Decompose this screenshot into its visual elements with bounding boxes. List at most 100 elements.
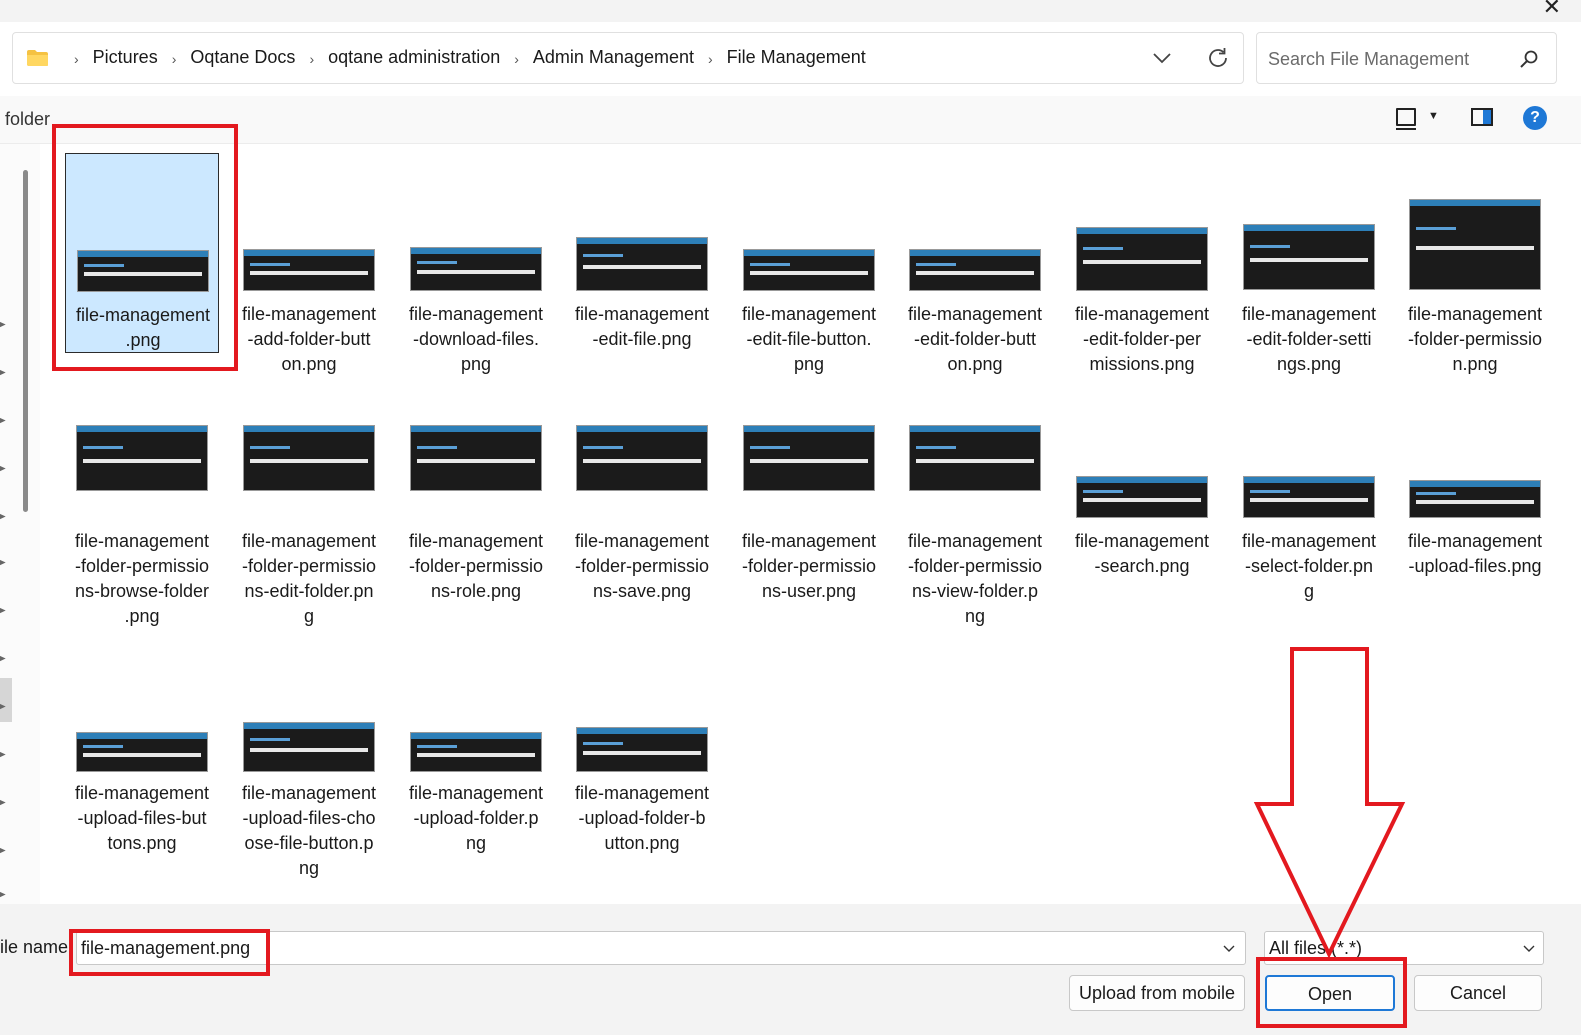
- pin-icon: ➤: [0, 557, 7, 569]
- file-thumbnail: [1409, 199, 1541, 290]
- breadcrumb-separator: ›: [514, 50, 519, 67]
- breadcrumb-pictures[interactable]: Pictures: [93, 47, 158, 68]
- file-tile[interactable]: file-management -upload-files-but tons.png: [65, 732, 219, 853]
- file-tile[interactable]: file-management -folder-permissio ns-brows…: [65, 425, 219, 626]
- folder-icon: [27, 50, 48, 66]
- preview-pane-icon[interactable]: [1471, 108, 1493, 126]
- cancel-button[interactable]: Cancel: [1414, 975, 1542, 1011]
- file-name-field[interactable]: file-management.png: [76, 931, 1246, 965]
- search-input[interactable]: Search File Management: [1268, 49, 1469, 70]
- breadcrumb-oqtane-administration[interactable]: oqtane administration: [328, 47, 500, 68]
- pin-icon: ➤: [0, 605, 7, 617]
- view-icon[interactable]: [1396, 108, 1416, 130]
- help-icon[interactable]: ?: [1523, 106, 1547, 130]
- file-name-label: file-management -upload-folder.p ng: [408, 783, 544, 853]
- file-tile[interactable]: file-management -folder-permissio ns-role.…: [399, 425, 553, 601]
- file-name-label: file-management .png: [75, 305, 211, 350]
- breadcrumb-oqtane-docs[interactable]: Oqtane Docs: [190, 47, 295, 68]
- file-tile[interactable]: file-management -folder-permissio ns-view-…: [898, 425, 1052, 626]
- file-thumbnail: [410, 247, 542, 291]
- close-icon[interactable]: ✕: [1543, 0, 1561, 18]
- file-tile[interactable]: file-management -edit-folder-butt on.png: [898, 249, 1052, 374]
- file-name-label: file-management -edit-folder-setti ngs.png: [1241, 304, 1377, 374]
- file-thumbnail: [76, 732, 208, 772]
- breadcrumb-separator: ›: [171, 50, 177, 67]
- toolbar: folder: [0, 96, 1581, 144]
- breadcrumb-admin-management[interactable]: Admin Management: [533, 47, 694, 68]
- file-thumbnail: [410, 732, 542, 772]
- file-tile[interactable]: file-management -upload-files.png: [1398, 480, 1552, 576]
- file-tile[interactable]: file-management -folder-permissio n.png: [1398, 199, 1552, 374]
- file-thumbnail: [1243, 476, 1375, 518]
- address-bar[interactable]: › Pictures › Oqtane Docs › oqtane admini…: [12, 32, 1244, 84]
- file-tile[interactable]: file-management -add-folder-butt on.png: [232, 249, 386, 374]
- pin-icon: ➤: [0, 653, 7, 665]
- file-name-label: file-management -download-files. png: [408, 304, 544, 374]
- file-name-label: file-management -select-folder.pn g: [1241, 531, 1377, 601]
- file-name-label: file-management -upload-files-cho ose-file…: [241, 783, 377, 878]
- chevron-down-icon[interactable]: [1223, 942, 1235, 954]
- file-thumbnail: [1243, 224, 1375, 290]
- file-thumbnail: [909, 425, 1041, 491]
- breadcrumb-separator: ›: [74, 50, 79, 67]
- file-type-select[interactable]: All files (*.*): [1264, 931, 1544, 965]
- file-thumbnail: [1076, 227, 1208, 291]
- chevron-down-icon[interactable]: [1523, 942, 1535, 954]
- pin-icon: ➤: [0, 463, 7, 475]
- file-tile[interactable]: file-management -download-files. png: [399, 247, 553, 374]
- refresh-icon[interactable]: [1205, 45, 1231, 71]
- file-name-label: file-management -edit-file-button. png: [741, 304, 877, 374]
- file-tile[interactable]: file-management -edit-file.png: [565, 237, 719, 349]
- file-thumbnail: [1409, 480, 1541, 518]
- file-thumbnail: [1076, 476, 1208, 518]
- navigation-pane[interactable]: [0, 144, 40, 904]
- file-name-value[interactable]: file-management.png: [81, 938, 250, 959]
- file-name-label: file-management -folder-permissio ns-edit-…: [241, 531, 377, 626]
- breadcrumb-separator: ›: [309, 50, 315, 67]
- file-tile[interactable]: file-management -edit-folder-setti ngs.png: [1232, 224, 1386, 374]
- pin-icon: ➤: [0, 319, 7, 331]
- file-name-label: file-management -edit-file.png: [574, 304, 710, 349]
- file-thumbnail: [243, 722, 375, 772]
- file-tile[interactable]: file-management -folder-permissio ns-save.…: [565, 425, 719, 601]
- file-tile[interactable]: file-management -edit-folder-per missions.…: [1065, 227, 1219, 374]
- open-button[interactable]: Open: [1265, 975, 1395, 1011]
- upload-from-mobile-button[interactable]: Upload from mobile: [1069, 975, 1245, 1011]
- title-bar: ✕: [0, 0, 1581, 22]
- file-thumbnail: [576, 425, 708, 491]
- file-tile[interactable]: file-management -search.png: [1065, 476, 1219, 576]
- file-tile[interactable]: file-management -upload-folder.p ng: [399, 732, 553, 853]
- file-tile[interactable]: file-management .png: [65, 153, 219, 353]
- caret-down-icon[interactable]: ▼: [1428, 110, 1439, 122]
- file-tile[interactable]: file-management -select-folder.pn g: [1232, 476, 1386, 601]
- file-tile[interactable]: file-management -folder-permissio ns-edit-…: [232, 425, 386, 626]
- pin-icon: ➤: [0, 797, 7, 809]
- file-thumbnail: [743, 249, 875, 291]
- search-icon[interactable]: [1519, 49, 1539, 69]
- file-tile[interactable]: file-management -edit-file-button. png: [732, 249, 886, 374]
- chevron-down-icon[interactable]: [1151, 47, 1173, 69]
- pin-icon: ➤: [0, 511, 7, 523]
- file-name-label: file-management -add-folder-butt on.png: [241, 304, 377, 374]
- file-name-label: file-management -upload-files-but tons.png: [74, 783, 210, 853]
- file-type-value[interactable]: All files (*.*): [1269, 938, 1362, 959]
- file-thumbnail: [743, 425, 875, 491]
- pin-icon: ➤: [0, 367, 7, 379]
- breadcrumb-separator: ›: [707, 50, 713, 67]
- file-thumbnail: [410, 425, 542, 491]
- file-name-label: file-management -folder-permissio ns-user.…: [741, 531, 877, 601]
- file-name-label: file-management -upload-files.png: [1407, 531, 1543, 576]
- breadcrumb-file-management[interactable]: File Management: [727, 47, 866, 68]
- dialog-footer: [0, 904, 1581, 1035]
- file-tile[interactable]: file-management -upload-files-cho ose-file…: [232, 722, 386, 878]
- file-name-label: file-management -folder-permissio ns-save.…: [574, 531, 710, 601]
- pin-icon: ➤: [0, 845, 7, 857]
- file-tile[interactable]: file-management -folder-permissio ns-user.…: [732, 425, 886, 601]
- file-thumbnail: [243, 249, 375, 291]
- nav-scrollbar[interactable]: [23, 170, 28, 512]
- file-tile[interactable]: file-management -upload-folder-b utton.png: [565, 727, 719, 853]
- file-name-label: file-management -search.png: [1074, 531, 1210, 576]
- search-box[interactable]: Search File Management: [1256, 32, 1557, 84]
- file-thumbnail: [576, 727, 708, 772]
- file-name-label: file-management -folder-permissio ns-view-…: [907, 531, 1043, 626]
